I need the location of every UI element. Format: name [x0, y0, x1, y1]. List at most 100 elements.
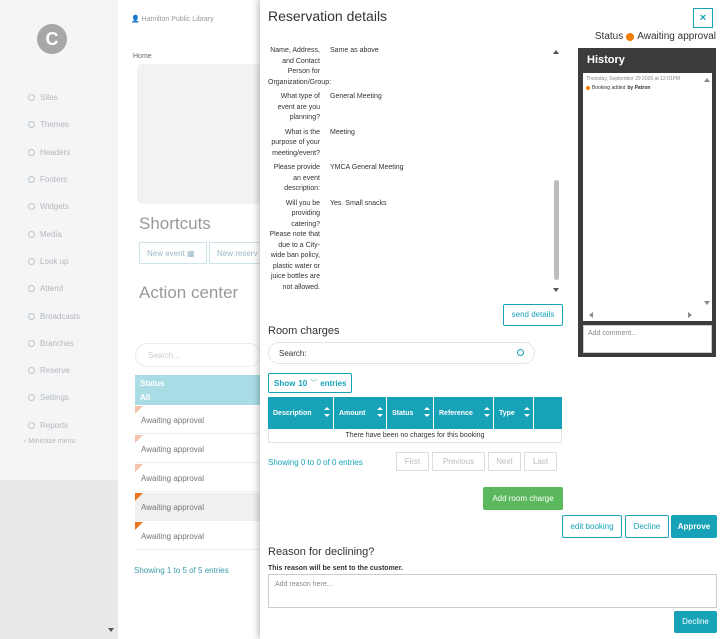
history-title: History	[587, 54, 625, 66]
sidebar-item-settings[interactable]: Settings	[28, 384, 108, 411]
status-filter-header[interactable]: Status All	[135, 375, 261, 405]
sidebar: C Sites Themes Headers Footers Widgets Media L…	[0, 0, 106, 480]
table-row[interactable]: Awaiting approval	[135, 464, 261, 492]
history-scroll-down-icon[interactable]	[704, 301, 710, 305]
history-scroll-left-icon[interactable]	[589, 312, 593, 318]
new-event-button[interactable]: New event ▦	[139, 242, 207, 264]
column-header-status[interactable]: Status	[387, 397, 434, 429]
column-header-label: Amount	[339, 409, 366, 417]
sidebar-item-look-up[interactable]: Look up	[28, 248, 108, 275]
sort-up-icon	[524, 407, 530, 410]
status-dot-icon	[626, 32, 635, 41]
pager-last-button[interactable]: Last	[524, 452, 557, 471]
scroll-up-icon[interactable]	[553, 50, 559, 54]
status-flag-icon	[135, 435, 143, 443]
sidebar-item-label: Attend	[40, 284, 64, 294]
sidebar-item-branches[interactable]: Branches	[28, 330, 108, 357]
room-charges-showing-count: Showing 0 to 0 of 0 entries	[268, 458, 363, 467]
close-button[interactable]: ×	[693, 8, 713, 28]
detail-label: Please provide an event description:	[273, 164, 320, 192]
column-header-description[interactable]: Description	[268, 397, 334, 429]
details-scrollbar[interactable]	[553, 48, 561, 294]
sidebar-item-media[interactable]: Media	[28, 220, 108, 247]
nav-icon	[28, 94, 35, 102]
detail-row: Please provide an event description: YMCA…	[268, 163, 564, 195]
reservation-details-panel: Reservation details × Status Awaiting ap…	[260, 0, 720, 639]
shortcuts-title: Shortcuts	[139, 214, 211, 233]
add-room-charge-button[interactable]: Add room charge	[483, 487, 563, 510]
table-row[interactable]: Awaiting approval	[135, 406, 261, 434]
page-scroll-down-icon[interactable]	[108, 628, 114, 632]
pager-next-button[interactable]: Next	[488, 452, 521, 471]
sidebar-item-broadcasts[interactable]: Broadcasts	[28, 302, 108, 329]
history-date: Thursday, September 29 2026 at 12:01PM	[586, 76, 681, 82]
nav-icon	[28, 203, 35, 211]
entries-count-value: 10	[298, 378, 308, 388]
action-search-input[interactable]: Search...	[135, 343, 261, 367]
column-header-reference[interactable]: Reference	[434, 397, 494, 429]
entries-select[interactable]: Show 10 ﹀ entries	[268, 373, 353, 393]
sidebar-item-label: Footers	[40, 175, 68, 185]
sidebar-item-label: Themes	[40, 120, 69, 130]
minimize-menu-link[interactable]: ‹ Minimize menu	[24, 438, 75, 445]
decline-submit-button[interactable]: Decline	[674, 611, 717, 633]
scroll-thumb[interactable]	[554, 180, 559, 280]
action-showing-count: Showing 1 to 5 of 5 entries	[134, 566, 229, 575]
history-scroll-right-icon[interactable]	[688, 312, 692, 318]
detail-label: Will you be providing catering? Please n…	[269, 199, 320, 291]
sidebar-item-attend[interactable]: Attend	[28, 275, 108, 302]
table-row[interactable]: Awaiting approval	[135, 522, 261, 550]
approve-button[interactable]: Approve	[671, 515, 717, 538]
sidebar-footer	[0, 480, 118, 639]
sidebar-item-widgets[interactable]: Widgets	[28, 193, 108, 220]
history-scroll-up-icon[interactable]	[704, 78, 710, 82]
column-header-label: Type	[499, 409, 515, 417]
history-entry-author: by Patron	[627, 85, 651, 91]
decline-button[interactable]: Decline	[625, 515, 669, 538]
nav-icon	[28, 339, 35, 347]
sort-up-icon	[484, 407, 490, 410]
status-flag-icon	[135, 493, 143, 501]
sidebar-item-reserve[interactable]: Reserve	[28, 357, 108, 384]
status-row-text: Awaiting approval	[141, 532, 205, 541]
library-name: 👤 Hamilton Public Library	[131, 16, 214, 23]
new-event-label: New event	[147, 249, 185, 258]
room-charges-table: Description Amount Status Reference Type The…	[268, 397, 562, 443]
sort-up-icon	[424, 407, 430, 410]
table-row[interactable]: Awaiting approval	[135, 493, 261, 521]
pager-previous-button[interactable]: Previous	[432, 452, 485, 471]
detail-row: Name, Address, and Contact Person for Or…	[268, 46, 564, 88]
sidebar-item-sites[interactable]: Sites	[28, 84, 108, 111]
add-comment-input[interactable]: Add comment...	[583, 325, 712, 353]
status-label: Status	[594, 31, 624, 42]
column-header-type[interactable]: Type	[494, 397, 534, 429]
status-value: Awaiting approval	[637, 31, 716, 42]
column-header-amount[interactable]: Amount	[334, 397, 387, 429]
status-flag-icon	[135, 522, 143, 530]
history-entry: Booking added by Patron	[586, 85, 650, 91]
reason-input[interactable]: Add reason here...	[268, 574, 717, 608]
history-entry-text: Booking added	[592, 85, 626, 91]
breadcrumb[interactable]: Home	[133, 53, 152, 60]
scroll-down-icon[interactable]	[553, 288, 559, 292]
sidebar-item-headers[interactable]: Headers	[28, 139, 108, 166]
edit-booking-button[interactable]: edit booking	[562, 515, 622, 538]
send-details-button[interactable]: send details	[503, 304, 563, 326]
column-header-label: Description	[273, 409, 312, 417]
pager-first-button[interactable]: First	[396, 452, 429, 471]
sidebar-item-label: Media	[40, 229, 62, 239]
new-reservation-button[interactable]: New reserv	[209, 242, 261, 264]
status-row-text: Awaiting approval	[141, 416, 205, 425]
sidebar-item-footers[interactable]: Footers	[28, 166, 108, 193]
sidebar-item-themes[interactable]: Themes	[28, 111, 108, 138]
sidebar-nav: Sites Themes Headers Footers Widgets Media Loo…	[28, 84, 108, 439]
room-charges-search-input[interactable]: Search:	[268, 342, 535, 364]
hero-card	[137, 64, 262, 204]
table-empty-message: There have been no charges for this book…	[268, 429, 562, 443]
sort-down-icon	[424, 414, 430, 417]
column-header-label: Status	[392, 409, 414, 417]
sidebar-item-label: Reserve	[40, 366, 70, 376]
table-row[interactable]: Awaiting approval	[135, 435, 261, 463]
nav-icon	[28, 230, 35, 238]
sidebar-item-reports[interactable]: Reports	[28, 412, 108, 439]
